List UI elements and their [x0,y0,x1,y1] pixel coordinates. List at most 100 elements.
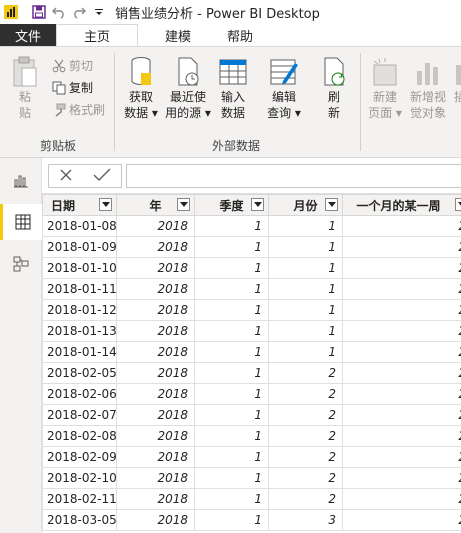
paste-button[interactable]: 粘 贴 [10,55,40,121]
cell-month[interactable]: 1 [268,341,343,363]
cell-quarter[interactable]: 1 [194,362,269,384]
cell-date[interactable]: 2018-01-12 [42,299,117,321]
cell-month[interactable]: 2 [268,488,343,510]
cell-date[interactable]: 2018-02-07 [42,404,117,426]
cell-year[interactable]: 2018 [116,341,195,363]
table-row[interactable]: 2018-03-052018132 [42,509,461,531]
cell-month[interactable]: 2 [268,362,343,384]
cell-quarter[interactable]: 1 [194,278,269,300]
undo-icon[interactable] [49,2,69,22]
cell-year[interactable]: 2018 [116,278,195,300]
cell-quarter[interactable]: 1 [194,236,269,258]
cell-date[interactable]: 2018-02-11 [42,488,117,510]
redo-icon[interactable] [69,2,89,22]
cell-quarter[interactable]: 1 [194,467,269,489]
table-row[interactable]: 2018-02-072018122 [42,404,461,426]
cut-button[interactable]: 剪切 [52,57,93,74]
cell-year[interactable]: 2018 [116,446,195,468]
new-page-button[interactable]: 新建 页面 ▾ [368,55,402,121]
cell-date[interactable]: 2018-01-10 [42,257,117,279]
filter-dropdown-icon[interactable] [177,198,190,211]
column-header-week-of-month[interactable]: 一个月的某一周 [342,194,461,216]
cell-quarter[interactable]: 1 [194,257,269,279]
cell-week-of-month[interactable]: 2 [342,215,461,237]
table-row[interactable]: 2018-02-082018122 [42,425,461,447]
cell-month[interactable]: 2 [268,446,343,468]
cell-date[interactable]: 2018-01-14 [42,341,117,363]
table-row[interactable]: 2018-01-122018112 [42,299,461,321]
enter-data-button[interactable]: 输入 数据 [216,55,250,121]
cell-date[interactable]: 2018-01-11 [42,278,117,300]
cell-week-of-month[interactable]: 2 [342,509,461,531]
cell-week-of-month[interactable]: 2 [342,404,461,426]
table-row[interactable]: 2018-02-102018122 [42,467,461,489]
save-icon[interactable] [29,2,49,22]
cell-week-of-month[interactable]: 2 [342,257,461,279]
tab-home[interactable]: 主页 [56,24,138,46]
tab-modeling[interactable]: 建模 [138,24,218,46]
cancel-formula-icon[interactable] [59,168,73,185]
cell-week-of-month[interactable]: 2 [342,236,461,258]
table-row[interactable]: 2018-01-092018112 [42,236,461,258]
filter-dropdown-icon[interactable] [251,198,264,211]
cell-month[interactable]: 1 [268,299,343,321]
cell-week-of-month[interactable]: 2 [342,446,461,468]
report-view-button[interactable] [0,162,42,198]
cell-year[interactable]: 2018 [116,509,195,531]
cell-date[interactable]: 2018-02-09 [42,446,117,468]
cell-year[interactable]: 2018 [116,488,195,510]
cell-month[interactable]: 2 [268,425,343,447]
cell-month[interactable]: 1 [268,320,343,342]
cell-month[interactable]: 2 [268,467,343,489]
table-row[interactable]: 2018-02-092018122 [42,446,461,468]
cell-year[interactable]: 2018 [116,257,195,279]
cell-year[interactable]: 2018 [116,467,195,489]
edit-queries-button[interactable]: 编辑 查询 ▾ [264,55,304,121]
customize-quick-access-icon[interactable] [89,2,109,22]
formula-input[interactable] [126,164,461,188]
cell-date[interactable]: 2018-02-06 [42,383,117,405]
tab-help[interactable]: 帮助 [218,24,262,46]
filter-dropdown-icon[interactable] [325,198,338,211]
cell-quarter[interactable]: 1 [194,488,269,510]
data-view-button[interactable] [0,204,42,240]
cell-quarter[interactable]: 1 [194,299,269,321]
filter-dropdown-icon[interactable] [455,198,461,211]
get-data-button[interactable]: 获取 数据 ▾ [120,55,162,121]
column-header-quarter[interactable]: 季度 [194,194,269,216]
cell-date[interactable]: 2018-02-05 [42,362,117,384]
filter-dropdown-icon[interactable] [99,198,112,211]
cell-month[interactable]: 2 [268,404,343,426]
table-row[interactable]: 2018-01-082018112 [42,215,461,237]
column-header-month[interactable]: 月份 [268,194,343,216]
cell-week-of-month[interactable]: 2 [342,320,461,342]
cell-year[interactable]: 2018 [116,362,195,384]
cell-quarter[interactable]: 1 [194,320,269,342]
table-row[interactable]: 2018-02-052018122 [42,362,461,384]
table-row[interactable]: 2018-01-142018112 [42,341,461,363]
cell-week-of-month[interactable]: 2 [342,467,461,489]
cell-date[interactable]: 2018-01-08 [42,215,117,237]
table-row[interactable]: 2018-01-132018112 [42,320,461,342]
cell-year[interactable]: 2018 [116,236,195,258]
column-header-year[interactable]: 年 [116,194,195,216]
cell-quarter[interactable]: 1 [194,425,269,447]
cell-quarter[interactable]: 1 [194,383,269,405]
cell-year[interactable]: 2018 [116,215,195,237]
cell-year[interactable]: 2018 [116,425,195,447]
column-header-date[interactable]: 日期 [42,194,117,216]
cell-date[interactable]: 2018-01-09 [42,236,117,258]
cell-week-of-month[interactable]: 2 [342,425,461,447]
recent-sources-button[interactable]: 最近使 用的源 ▾ [165,55,211,121]
new-visual-button[interactable]: 新增视 觉对象 [408,55,448,121]
cell-year[interactable]: 2018 [116,404,195,426]
copy-button[interactable]: 复制 [52,79,93,96]
cell-month[interactable]: 1 [268,215,343,237]
tab-file[interactable]: 文件 [0,24,56,46]
cell-month[interactable]: 3 [268,509,343,531]
cell-quarter[interactable]: 1 [194,215,269,237]
cell-quarter[interactable]: 1 [194,404,269,426]
cell-week-of-month[interactable]: 2 [342,341,461,363]
cell-year[interactable]: 2018 [116,299,195,321]
table-row[interactable]: 2018-02-062018122 [42,383,461,405]
